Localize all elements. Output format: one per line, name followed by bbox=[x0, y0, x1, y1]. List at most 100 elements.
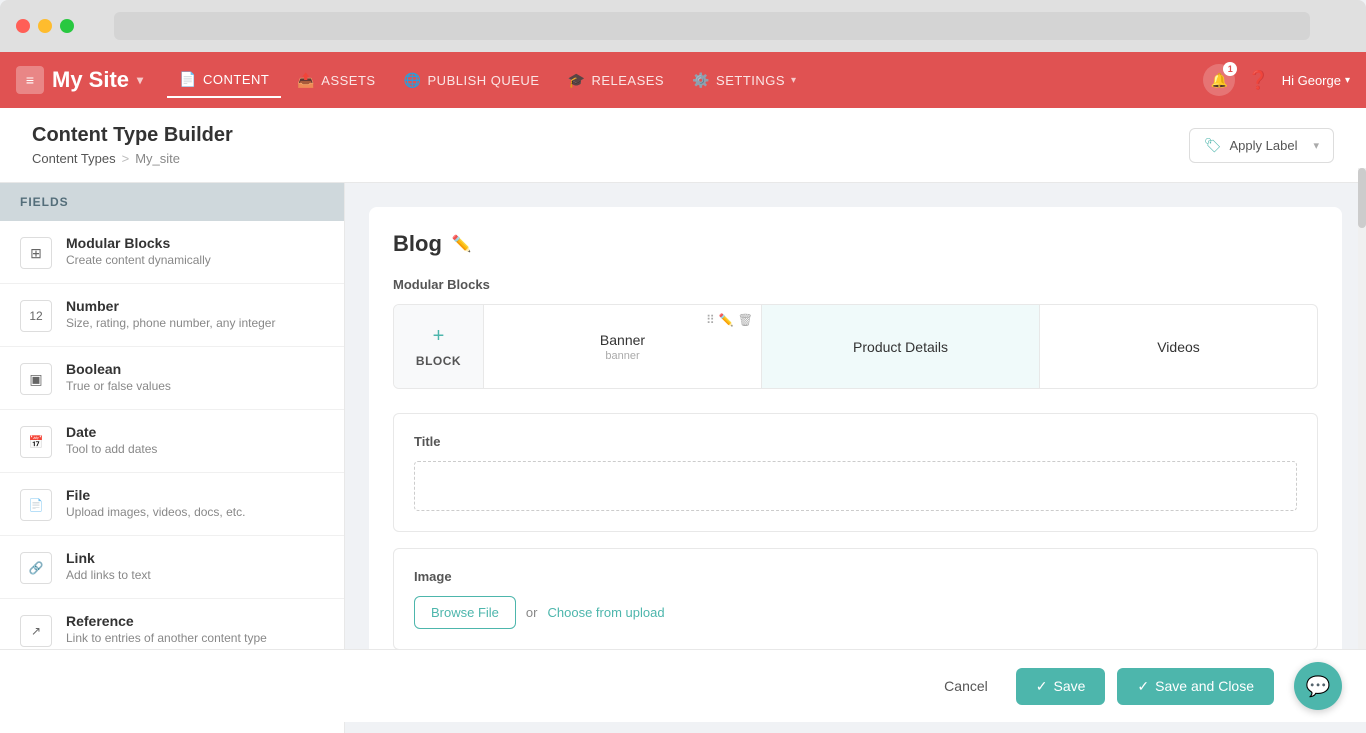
user-menu[interactable]: Hi George ▾ bbox=[1282, 73, 1350, 88]
breadcrumb-parent[interactable]: Content Types bbox=[32, 151, 116, 166]
delete-banner-icon[interactable]: 🗑 bbox=[738, 313, 753, 327]
file-name: File bbox=[66, 487, 245, 503]
notification-bell[interactable]: 🔔 1 bbox=[1203, 64, 1235, 96]
maximize-button[interactable] bbox=[60, 19, 74, 33]
product-details-name: Product Details bbox=[853, 339, 948, 355]
content-card-title: Blog ✏️ bbox=[393, 231, 1318, 257]
nav-item-settings[interactable]: ⚙️ SETTINGS ▾ bbox=[680, 64, 808, 97]
window-chrome bbox=[0, 0, 1366, 52]
content-card: Blog ✏️ Modular Blocks + BLOCK ⠿ ✏️ 🗑 bbox=[369, 207, 1342, 707]
boolean-info: Boolean True or false values bbox=[66, 361, 171, 393]
image-field-label: Image bbox=[414, 569, 1297, 584]
drag-icon[interactable]: ⠿ bbox=[706, 313, 715, 327]
field-item-number[interactable]: 12 Number Size, rating, phone number, an… bbox=[0, 284, 344, 347]
title-input[interactable] bbox=[414, 461, 1297, 511]
block-add-label: BLOCK bbox=[416, 354, 461, 368]
block-banner[interactable]: ⠿ ✏️ 🗑 Banner banner bbox=[484, 305, 762, 388]
cancel-button[interactable]: Cancel bbox=[928, 670, 1004, 702]
chat-icon: 💬 bbox=[1306, 674, 1331, 699]
breadcrumb: Content Types > My_site bbox=[32, 151, 233, 166]
add-block-button[interactable]: + BLOCK bbox=[394, 305, 484, 388]
reference-name: Reference bbox=[66, 613, 267, 629]
save-button[interactable]: ✓ Save bbox=[1016, 668, 1106, 705]
save-close-button[interactable]: ✓ Save and Close bbox=[1117, 668, 1274, 705]
blocks-row: + BLOCK ⠿ ✏️ 🗑 Banner banner Product Det… bbox=[393, 304, 1318, 389]
nav-logo[interactable]: ≡ My Site ▾ bbox=[16, 66, 143, 94]
date-icon: 📅 bbox=[20, 426, 52, 458]
nav-settings-label: SETTINGS bbox=[716, 73, 785, 88]
nav-releases-label: RELEASES bbox=[591, 73, 664, 88]
date-info: Date Tool to add dates bbox=[66, 424, 157, 456]
number-info: Number Size, rating, phone number, any i… bbox=[66, 298, 275, 330]
save-close-check-icon: ✓ bbox=[1137, 678, 1149, 695]
field-item-file[interactable]: 📄 File Upload images, videos, docs, etc. bbox=[0, 473, 344, 536]
field-item-date[interactable]: 📅 Date Tool to add dates bbox=[0, 410, 344, 473]
nav-items: 📄 CONTENT 📤 ASSETS 🌐 PUBLISH QUEUE 🎓 REL… bbox=[167, 63, 1179, 98]
or-text: or bbox=[526, 605, 538, 620]
page-title: Content Type Builder bbox=[32, 124, 233, 147]
modular-blocks-desc: Create content dynamically bbox=[66, 253, 211, 267]
content-icon: 📄 bbox=[179, 71, 197, 88]
field-item-link[interactable]: 🔗 Link Add links to text bbox=[0, 536, 344, 599]
reference-info: Reference Link to entries of another con… bbox=[66, 613, 267, 645]
scrollbar-track[interactable] bbox=[1358, 168, 1366, 662]
link-desc: Add links to text bbox=[66, 568, 151, 582]
modular-blocks-info: Modular Blocks Create content dynamicall… bbox=[66, 235, 211, 267]
videos-block-name: Videos bbox=[1157, 339, 1200, 355]
traffic-lights bbox=[16, 19, 74, 33]
nav-item-content[interactable]: 📄 CONTENT bbox=[167, 63, 281, 98]
link-name: Link bbox=[66, 550, 151, 566]
boolean-icon: ▣ bbox=[20, 363, 52, 395]
link-icon: 🔗 bbox=[20, 552, 52, 584]
nav-item-releases[interactable]: 🎓 RELEASES bbox=[556, 64, 677, 97]
nav-assets-label: ASSETS bbox=[321, 73, 375, 88]
save-check-icon: ✓ bbox=[1036, 678, 1048, 695]
modular-blocks-section-label: Modular Blocks bbox=[393, 277, 1318, 292]
boolean-name: Boolean bbox=[66, 361, 171, 377]
block-videos[interactable]: Videos bbox=[1040, 305, 1317, 388]
help-icon[interactable]: ❓ bbox=[1247, 70, 1269, 91]
apply-label-text: Apply Label bbox=[1230, 138, 1298, 153]
breadcrumb-separator: > bbox=[122, 151, 130, 166]
date-name: Date bbox=[66, 424, 157, 440]
publish-icon: 🌐 bbox=[404, 72, 422, 89]
nav-item-assets[interactable]: 📤 ASSETS bbox=[285, 64, 387, 97]
site-name: My Site bbox=[52, 67, 129, 93]
sidebar-header: FIELDS bbox=[0, 183, 344, 221]
notification-badge: 1 bbox=[1223, 62, 1237, 76]
site-chevron[interactable]: ▾ bbox=[137, 73, 143, 87]
image-field-section: Image Browse File or Choose from upload bbox=[393, 548, 1318, 650]
chat-button[interactable]: 💬 bbox=[1294, 662, 1342, 710]
link-info: Link Add links to text bbox=[66, 550, 151, 582]
file-upload-row: Browse File or Choose from upload bbox=[414, 596, 1297, 629]
number-name: Number bbox=[66, 298, 275, 314]
logo-icon: ≡ bbox=[16, 66, 44, 94]
block-banner-actions: ⠿ ✏️ 🗑 bbox=[706, 313, 753, 327]
browse-file-button[interactable]: Browse File bbox=[414, 596, 516, 629]
edit-blog-title-icon[interactable]: ✏️ bbox=[452, 234, 472, 254]
title-field-label: Title bbox=[414, 434, 1297, 449]
field-item-modular-blocks[interactable]: ⊞ Modular Blocks Create content dynamica… bbox=[0, 221, 344, 284]
nav-item-publish[interactable]: 🌐 PUBLISH QUEUE bbox=[392, 64, 552, 97]
save-label: Save bbox=[1054, 678, 1086, 694]
releases-icon: 🎓 bbox=[568, 72, 586, 89]
choose-from-upload-link[interactable]: Choose from upload bbox=[547, 605, 664, 620]
top-nav: ≡ My Site ▾ 📄 CONTENT 📤 ASSETS 🌐 PUBLISH… bbox=[0, 52, 1366, 108]
field-item-boolean[interactable]: ▣ Boolean True or false values bbox=[0, 347, 344, 410]
edit-banner-icon[interactable]: ✏️ bbox=[719, 313, 734, 327]
add-block-plus-icon: + bbox=[433, 325, 445, 348]
close-button[interactable] bbox=[16, 19, 30, 33]
label-icon: 🏷 bbox=[1204, 137, 1222, 154]
modular-blocks-icon: ⊞ bbox=[20, 237, 52, 269]
reference-icon: ↗ bbox=[20, 615, 52, 647]
banner-block-name: Banner bbox=[600, 332, 645, 348]
apply-label-button[interactable]: 🏷 Apply Label ▾ bbox=[1189, 128, 1334, 163]
number-icon: 12 bbox=[20, 300, 52, 332]
file-info: File Upload images, videos, docs, etc. bbox=[66, 487, 245, 519]
scrollbar-thumb[interactable] bbox=[1358, 168, 1366, 228]
save-close-label: Save and Close bbox=[1155, 678, 1254, 694]
address-bar[interactable] bbox=[114, 12, 1310, 40]
block-product-details[interactable]: Product Details bbox=[762, 305, 1040, 388]
minimize-button[interactable] bbox=[38, 19, 52, 33]
reference-desc: Link to entries of another content type bbox=[66, 631, 267, 645]
